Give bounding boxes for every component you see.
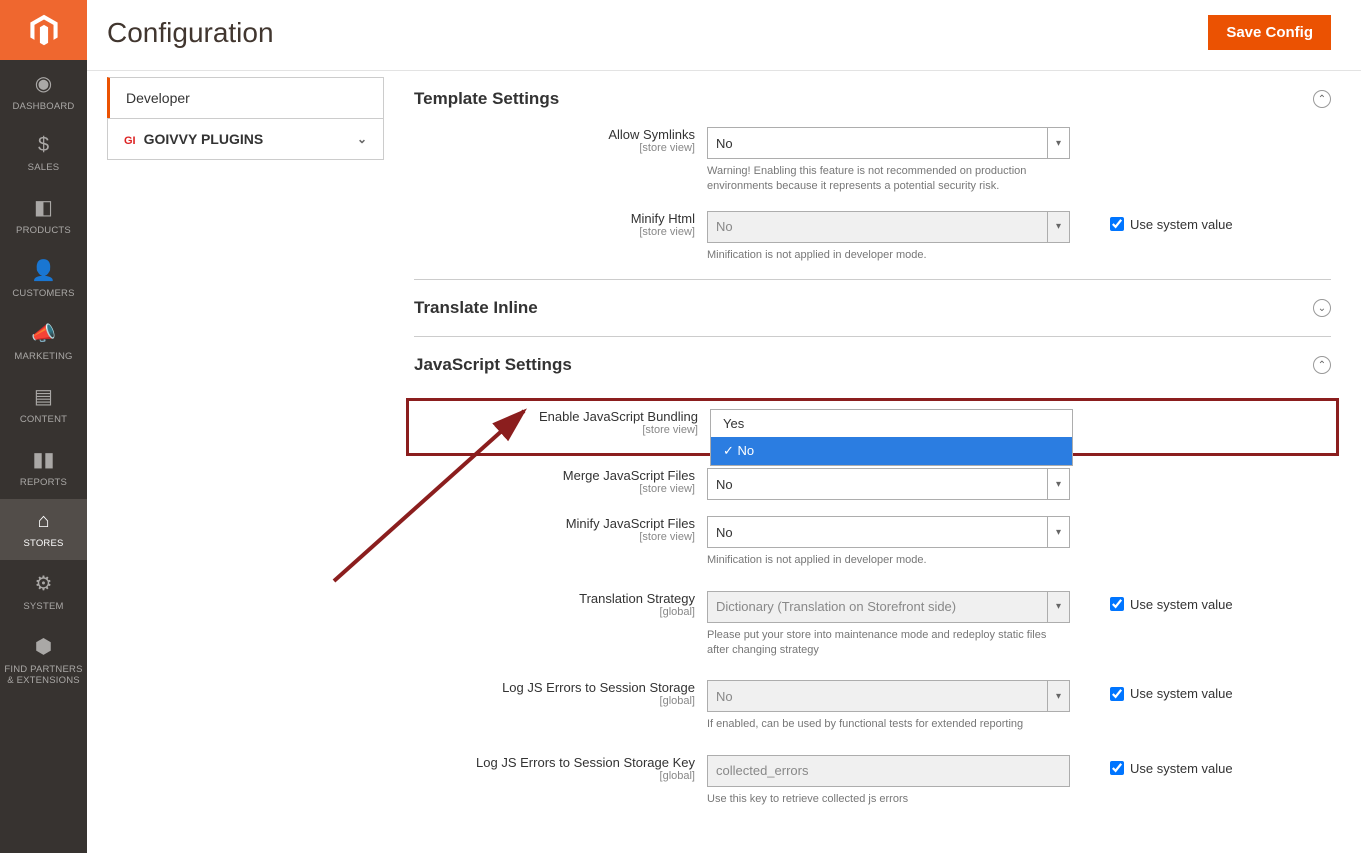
sales-icon: $ bbox=[38, 134, 49, 157]
annotation-highlight: Enable JavaScript Bundling [store view] … bbox=[406, 398, 1339, 456]
checkbox-use-system[interactable] bbox=[1110, 761, 1124, 775]
config-nav-developer[interactable]: Developer bbox=[107, 77, 384, 119]
page-title: Configuration bbox=[107, 17, 274, 49]
dropdown-arrow-icon: ▾ bbox=[1047, 592, 1061, 622]
label-enable-js-bundling: Enable JavaScript Bundling bbox=[539, 409, 698, 424]
reports-icon: ▮▮ bbox=[32, 447, 54, 472]
option-yes[interactable]: Yes bbox=[711, 410, 1072, 437]
select-log-js-errors: No ▾ bbox=[707, 680, 1070, 712]
use-system-strategy[interactable]: Use system value bbox=[1070, 591, 1233, 612]
config-nav-panel: Developer GIGOIVVY PLUGINS ⌄ bbox=[107, 71, 384, 853]
label-merge-js: Merge JavaScript Files bbox=[563, 468, 695, 483]
products-icon: ◧ bbox=[34, 195, 53, 220]
magento-logo[interactable] bbox=[0, 0, 87, 60]
section-header-js[interactable]: JavaScript Settings ⌃ bbox=[414, 337, 1331, 393]
save-config-button[interactable]: Save Config bbox=[1208, 15, 1331, 50]
nav-system[interactable]: ⚙SYSTEM bbox=[0, 560, 87, 623]
section-javascript-settings: JavaScript Settings ⌃ Enable JavaScript … bbox=[414, 337, 1331, 807]
config-nav-goivvy-plugins[interactable]: GIGOIVVY PLUGINS ⌄ bbox=[107, 118, 384, 160]
option-no[interactable]: No bbox=[711, 437, 1072, 465]
section-translate-inline: Translate Inline ⌄ bbox=[414, 280, 1331, 337]
use-system-log-key[interactable]: Use system value bbox=[1070, 755, 1233, 776]
magento-icon bbox=[27, 13, 61, 47]
settings-area: Template Settings ⌃ Allow Symlinks [stor… bbox=[384, 71, 1361, 853]
nav-reports[interactable]: ▮▮REPORTS bbox=[0, 436, 87, 499]
stores-icon: ⌂ bbox=[37, 510, 49, 533]
dashboard-icon: ◉ bbox=[35, 71, 52, 96]
label-log-js-errors: Log JS Errors to Session Storage bbox=[502, 680, 695, 695]
nav-customers[interactable]: 👤CUSTOMERS bbox=[0, 247, 87, 310]
select-merge-js[interactable]: No ▾ bbox=[707, 468, 1070, 500]
input-log-js-key bbox=[707, 755, 1070, 787]
marketing-icon: 📣 bbox=[31, 321, 56, 346]
label-minify-html: Minify Html bbox=[631, 211, 695, 226]
expand-icon: ⌄ bbox=[1313, 299, 1331, 317]
collapse-icon: ⌃ bbox=[1313, 90, 1331, 108]
select-minify-js[interactable]: No ▾ bbox=[707, 516, 1070, 548]
section-header-template[interactable]: Template Settings ⌃ bbox=[414, 71, 1331, 127]
select-translation-strategy: Dictionary (Translation on Storefront si… bbox=[707, 591, 1070, 623]
section-template-settings: Template Settings ⌃ Allow Symlinks [stor… bbox=[414, 71, 1331, 280]
dropdown-arrow-icon: ▾ bbox=[1047, 517, 1061, 547]
nav-stores[interactable]: ⌂STORES bbox=[0, 499, 87, 560]
nav-find-partners[interactable]: ⬢FIND PARTNERS & EXTENSIONS bbox=[0, 623, 87, 697]
checkbox-use-system[interactable] bbox=[1110, 597, 1124, 611]
customers-icon: 👤 bbox=[31, 258, 56, 283]
nav-dashboard[interactable]: ◉DASHBOARD bbox=[0, 60, 87, 123]
system-icon: ⚙ bbox=[35, 571, 53, 596]
label-log-js-key: Log JS Errors to Session Storage Key bbox=[476, 755, 695, 770]
use-system-minify-html[interactable]: Use system value bbox=[1070, 211, 1233, 232]
label-translation-strategy: Translation Strategy bbox=[579, 591, 695, 606]
dropdown-arrow-icon: ▾ bbox=[1047, 469, 1061, 499]
select-allow-symlinks[interactable]: No ▾ bbox=[707, 127, 1070, 159]
nav-content[interactable]: ▤CONTENT bbox=[0, 373, 87, 436]
label-minify-js: Minify JavaScript Files bbox=[566, 516, 695, 531]
chevron-down-icon: ⌄ bbox=[357, 132, 367, 146]
nav-products[interactable]: ◧PRODUCTS bbox=[0, 184, 87, 247]
nav-marketing[interactable]: 📣MARKETING bbox=[0, 310, 87, 373]
label-allow-symlinks: Allow Symlinks bbox=[608, 127, 695, 142]
use-system-log-errors[interactable]: Use system value bbox=[1070, 680, 1233, 701]
checkbox-use-system[interactable] bbox=[1110, 687, 1124, 701]
find-partners-icon: ⬢ bbox=[35, 634, 52, 659]
page-header: Configuration Save Config bbox=[87, 0, 1361, 71]
dropdown-arrow-icon: ▾ bbox=[1047, 681, 1061, 711]
dropdown-arrow-icon: ▾ bbox=[1047, 128, 1061, 158]
content-icon: ▤ bbox=[34, 384, 53, 409]
dropdown-js-bundling: Yes No bbox=[710, 409, 1073, 466]
checkbox-use-system[interactable] bbox=[1110, 217, 1124, 231]
admin-sidebar: ◉DASHBOARD$SALES◧PRODUCTS👤CUSTOMERS📣MARK… bbox=[0, 0, 87, 853]
dropdown-arrow-icon: ▾ bbox=[1047, 212, 1061, 242]
collapse-icon: ⌃ bbox=[1313, 356, 1331, 374]
nav-sales[interactable]: $SALES bbox=[0, 123, 87, 184]
select-minify-html: No ▾ bbox=[707, 211, 1070, 243]
section-header-translate[interactable]: Translate Inline ⌄ bbox=[414, 280, 1331, 336]
